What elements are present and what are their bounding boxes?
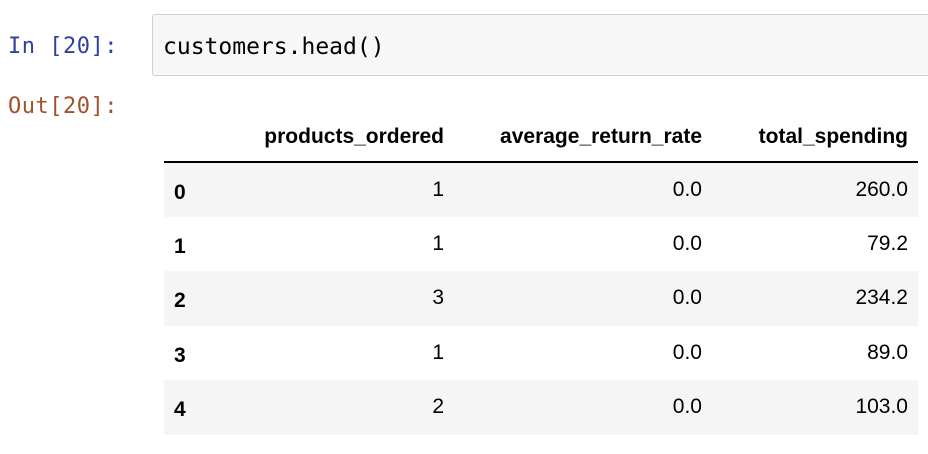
row-index: 1 [174,234,186,258]
dataframe-table: products_ordered average_return_rate tot… [164,113,918,435]
table-header-row: products_ordered average_return_rate tot… [164,113,918,163]
cell-average-return-rate: 0.0 [672,340,702,364]
input-prompt: In [20]: [8,34,118,59]
table-row: 1 1 0.0 79.2 [164,217,918,272]
cell-total-spending: 79.2 [867,231,908,255]
cell-products-ordered: 2 [432,395,444,419]
cell-products-ordered: 3 [432,286,444,310]
row-index: 0 [174,180,186,204]
cell-total-spending: 89.0 [867,340,908,364]
input-cell[interactable]: In [20]: customers.head() [0,14,928,78]
index-header [164,113,198,163]
cell-products-ordered: 1 [432,231,444,255]
row-index: 2 [174,289,186,313]
table-row: 3 1 0.0 89.0 [164,326,918,381]
output-prompt: Out[20]: [8,94,118,119]
code-text[interactable]: customers.head() [163,34,385,60]
cell-average-return-rate: 0.0 [672,177,702,201]
table-row: 4 2 0.0 103.0 [164,380,918,435]
column-header-total-spending: total_spending [712,113,918,163]
column-header-products-ordered: products_ordered [198,113,454,163]
cell-products-ordered: 1 [432,177,444,201]
cell-average-return-rate: 0.0 [672,286,702,310]
cell-total-spending: 103.0 [855,395,908,419]
cell-total-spending: 234.2 [855,286,908,310]
table-row: 0 1 0.0 260.0 [164,162,918,217]
cell-average-return-rate: 0.0 [672,231,702,255]
cell-products-ordered: 1 [432,340,444,364]
cell-total-spending: 260.0 [855,177,908,201]
table-row: 2 3 0.0 234.2 [164,271,918,326]
cell-average-return-rate: 0.0 [672,395,702,419]
row-index: 3 [174,343,186,367]
column-header-average-return-rate: average_return_rate [454,113,712,163]
row-index: 4 [174,398,186,422]
code-editor[interactable]: customers.head() [152,14,928,76]
